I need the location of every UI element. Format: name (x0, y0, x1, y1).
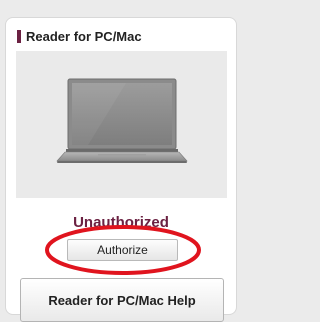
authorize-button[interactable]: Authorize (67, 239, 178, 261)
reader-card: Reader for PC/Mac Unauthorized Authorize… (5, 17, 237, 322)
card-title: Reader for PC/Mac (26, 28, 142, 44)
device-image-panel (16, 51, 227, 198)
laptop-icon (56, 78, 188, 163)
card-header: Reader for PC/Mac (17, 28, 142, 44)
authorization-status: Unauthorized (73, 214, 169, 231)
reader-help-button[interactable]: Reader for PC/Mac Help (20, 278, 224, 322)
header-accent-bar (17, 29, 21, 43)
